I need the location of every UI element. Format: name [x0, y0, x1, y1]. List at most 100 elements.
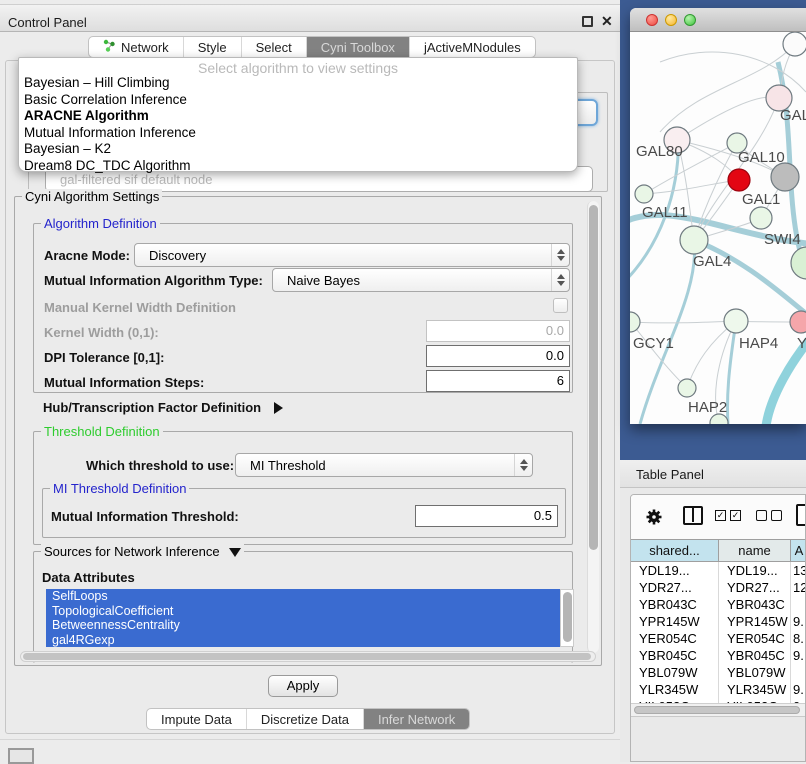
- cell: YDL19...: [719, 562, 791, 579]
- table-row[interactable]: YER054CYER054C8.: [631, 630, 806, 647]
- label-gal11: GAL11: [642, 204, 688, 221]
- node-hap2[interactable]: [678, 379, 696, 397]
- settings-scrollbar-thumb[interactable]: [589, 205, 598, 550]
- dropdown-item-bayesian-k2[interactable]: Bayesian – K2: [19, 141, 577, 158]
- cell: 9.: [791, 613, 806, 630]
- tab-network[interactable]: Network: [89, 37, 184, 57]
- minimize-traffic-light-icon[interactable]: [665, 14, 677, 26]
- cell: YBR045C: [631, 647, 719, 664]
- kernel-width-label: Kernel Width (0,1):: [44, 325, 159, 340]
- network-canvas[interactable]: GAL80 GAL10 GAL GAL1 GAL11 SWI4 GAL4 GCY…: [630, 32, 806, 424]
- panel-divider: [0, 739, 620, 740]
- node-gray[interactable]: [771, 163, 799, 191]
- tab-select[interactable]: Select: [242, 37, 307, 57]
- list-item-selfloops[interactable]: SelfLoops: [46, 589, 560, 604]
- label-y-partial: Y: [797, 335, 806, 352]
- attributes-list-scrollbar[interactable]: [560, 589, 574, 647]
- sources-title-row[interactable]: Sources for Network Inference: [41, 544, 244, 559]
- mi-threshold-definition-title: MI Threshold Definition: [50, 481, 189, 496]
- settings-vertical-scrollbar[interactable]: [587, 201, 599, 653]
- document-icon[interactable]: [796, 504, 806, 526]
- threshold-definition-title: Threshold Definition: [41, 424, 163, 439]
- node-swi4[interactable]: [791, 247, 806, 279]
- cell: YDR27...: [631, 579, 719, 596]
- settings-horizontal-scrollbar[interactable]: [20, 651, 596, 662]
- tab-impute-data[interactable]: Impute Data: [147, 709, 247, 729]
- gear-icon[interactable]: [645, 508, 663, 531]
- tab-cyni-toolbox[interactable]: Cyni Toolbox: [307, 37, 410, 57]
- tab-jactivemnodules[interactable]: jActiveMNodules: [410, 37, 535, 57]
- label-gal4: GAL4: [693, 253, 731, 270]
- tab-discretize-data[interactable]: Discretize Data: [247, 709, 364, 729]
- node-hap4[interactable]: [724, 309, 748, 333]
- tab-style[interactable]: Style: [184, 37, 242, 57]
- dropdown-item-aracne[interactable]: ARACNE Algorithm: [19, 108, 577, 125]
- mi-threshold-field[interactable]: 0.5: [415, 505, 558, 527]
- kernel-width-field[interactable]: 0.0: [426, 320, 570, 342]
- cell: YLR345W: [631, 681, 719, 698]
- manual-kernel-checkbox[interactable]: [553, 298, 568, 313]
- list-item-topologicalcoefficient[interactable]: TopologicalCoefficient: [46, 604, 560, 619]
- dropdown-item-dream8[interactable]: Dream8 DC_TDC Algorithm: [19, 158, 577, 175]
- table-row[interactable]: YBL079WYBL079W: [631, 664, 806, 681]
- table-row[interactable]: YBR045CYBR045C9.: [631, 647, 806, 664]
- dropdown-item-basic-correlation[interactable]: Basic Correlation Inference: [19, 92, 577, 109]
- data-attributes-list: SelfLoops TopologicalCoefficient Between…: [46, 589, 560, 647]
- column-header-shared-name[interactable]: shared...: [631, 540, 719, 561]
- table-row[interactable]: YLR345WYLR345W9.: [631, 681, 806, 698]
- apply-button[interactable]: Apply: [268, 675, 338, 697]
- table-horizontal-scrollbar[interactable]: [631, 703, 806, 716]
- which-threshold-combo[interactable]: MI Threshold: [235, 453, 533, 477]
- table-panel-title: Table Panel: [636, 467, 704, 482]
- node-gal1[interactable]: [750, 207, 772, 229]
- table-horizontal-scrollbar-thumb[interactable]: [634, 706, 800, 714]
- deselect-all-checkboxes-icon[interactable]: [756, 510, 782, 521]
- table-row[interactable]: YDL19...YDL19...13: [631, 562, 806, 579]
- label-swi4: SWI4: [764, 231, 801, 248]
- list-item-betweennesscentrality[interactable]: BetweennessCentrality: [46, 618, 560, 633]
- mi-type-combo[interactable]: Naive Bayes: [272, 268, 570, 292]
- attributes-list-scrollbar-thumb[interactable]: [563, 592, 572, 642]
- zoom-traffic-light-icon[interactable]: [684, 14, 696, 26]
- float-window-icon[interactable]: [582, 16, 593, 27]
- cell: YER054C: [631, 630, 719, 647]
- select-all-checkboxes-icon[interactable]: ✓ ✓: [715, 510, 741, 521]
- table-row[interactable]: YBR043CYBR043C: [631, 596, 806, 613]
- table-row[interactable]: YDR27...YDR27...12: [631, 579, 806, 596]
- column-header-partial[interactable]: A: [791, 540, 806, 561]
- node-red-selected[interactable]: [728, 169, 750, 191]
- cell: 9.: [791, 647, 806, 664]
- table-row[interactable]: YPR145WYPR145W9.: [631, 613, 806, 630]
- tab-infer-network[interactable]: Infer Network: [364, 709, 469, 729]
- hub-definition-toggle[interactable]: Hub/Transcription Factor Definition: [43, 399, 283, 417]
- dropdown-item-bayesian-hill-climbing[interactable]: Bayesian – Hill Climbing: [19, 75, 577, 92]
- network-graph: GAL80 GAL10 GAL GAL1 GAL11 SWI4 GAL4 GCY…: [630, 32, 806, 424]
- node-gal11[interactable]: [635, 185, 653, 203]
- column-header-name[interactable]: name: [719, 540, 791, 561]
- table-panel: ✓ ✓ shared... name A YDL19...YDL19...13 …: [630, 494, 806, 762]
- settings-horizontal-scrollbar-thumb[interactable]: [23, 653, 591, 660]
- dropdown-item-mutual-information[interactable]: Mutual Information Inference: [19, 125, 577, 142]
- node-y-partial[interactable]: [790, 311, 806, 333]
- dpi-tolerance-label: DPI Tolerance [0,1]:: [44, 350, 164, 365]
- tab-network-label: Network: [121, 40, 169, 55]
- list-item-gal4rgexp[interactable]: gal4RGexp: [46, 633, 560, 648]
- cell: YPR145W: [719, 613, 791, 630]
- cell: YBR043C: [631, 596, 719, 613]
- tab-select-label: Select: [256, 40, 292, 55]
- close-icon[interactable]: ✕: [601, 13, 613, 30]
- node-partial-top[interactable]: [783, 32, 806, 56]
- split-columns-icon[interactable]: [683, 506, 703, 525]
- dpi-tolerance-field[interactable]: 0.0: [426, 345, 570, 367]
- network-window-titlebar[interactable]: [630, 8, 806, 32]
- close-traffic-light-icon[interactable]: [646, 14, 658, 26]
- algorithm-dropdown-heading: Select algorithm to view settings: [19, 58, 577, 75]
- aracne-mode-combo[interactable]: Discovery: [134, 243, 570, 267]
- cyni-algorithm-settings-group: Cyni Algorithm Settings Algorithm Defini…: [14, 196, 602, 666]
- mi-steps-field[interactable]: 6: [426, 370, 570, 392]
- cyni-algorithm-settings-title: Cyni Algorithm Settings: [22, 189, 162, 204]
- mi-type-value: Naive Bayes: [287, 273, 551, 288]
- tab-jactivemnodules-label: jActiveMNodules: [424, 40, 521, 55]
- node-gal4[interactable]: [680, 226, 708, 254]
- node-gcy1[interactable]: [630, 312, 640, 332]
